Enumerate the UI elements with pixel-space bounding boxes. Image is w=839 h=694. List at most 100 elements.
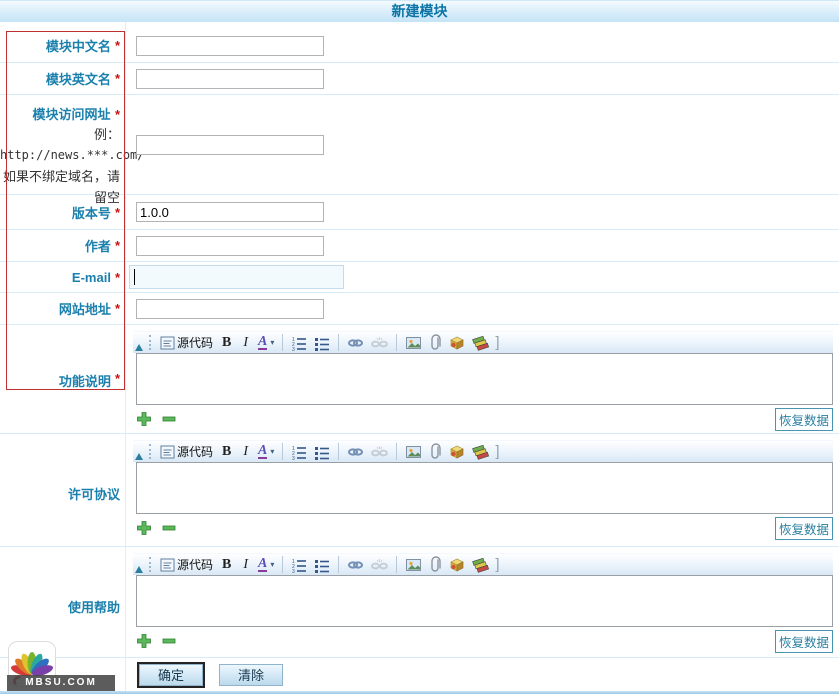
editor-collapse-icon[interactable]: [135, 566, 143, 573]
editor-collapse-icon[interactable]: [135, 453, 143, 460]
row-author: 作者 *: [0, 230, 839, 262]
restore-data-button[interactable]: 恢复数据: [775, 517, 833, 540]
image-button[interactable]: [403, 556, 424, 574]
numbered-list-button[interactable]: 123: [289, 443, 309, 461]
editor-collapse-icon[interactable]: [135, 344, 143, 351]
chevron-down-icon: ▾: [270, 447, 274, 456]
remove-row-button[interactable]: [161, 520, 177, 536]
restore-data-button[interactable]: 恢复数据: [775, 408, 833, 431]
row-module-en-name: 模块英文名 *: [0, 63, 839, 95]
italic-button[interactable]: I: [238, 335, 253, 351]
add-row-button[interactable]: [136, 633, 152, 649]
attachment-icon: [429, 443, 441, 460]
link-button[interactable]: [345, 556, 366, 574]
version-input[interactable]: [136, 202, 324, 222]
row-help: 使用帮助 源代码 B I A ▾ 123: [0, 547, 839, 658]
link-button[interactable]: [345, 334, 366, 352]
bullet-list-button[interactable]: [312, 443, 332, 461]
field-label: 使用帮助: [68, 597, 120, 616]
add-row-button[interactable]: [136, 520, 152, 536]
remove-row-button[interactable]: [161, 411, 177, 427]
image-button[interactable]: [403, 443, 424, 461]
media-button[interactable]: [470, 556, 491, 574]
add-row-button[interactable]: [136, 411, 152, 427]
package-button[interactable]: [446, 334, 467, 352]
required-marker: *: [115, 270, 120, 285]
font-color-button[interactable]: A ▾: [256, 334, 276, 351]
clear-button[interactable]: 清除: [219, 664, 283, 686]
media-icon: [472, 557, 489, 573]
package-button[interactable]: [446, 443, 467, 461]
required-marker: *: [115, 301, 120, 316]
attachment-button[interactable]: [427, 555, 443, 574]
website-input[interactable]: [136, 299, 324, 319]
module-cn-name-input[interactable]: [136, 36, 324, 56]
link-icon: [347, 335, 364, 351]
image-button[interactable]: [403, 334, 424, 352]
attachment-button[interactable]: [427, 442, 443, 461]
remove-row-button[interactable]: [161, 633, 177, 649]
link-icon: [347, 444, 364, 460]
italic-button[interactable]: I: [238, 444, 253, 460]
page-title: 新建模块: [0, 0, 839, 22]
field-label: 版本号: [72, 203, 111, 222]
field-label: 功能说明: [59, 371, 111, 390]
svg-text:3: 3: [292, 347, 295, 351]
package-button[interactable]: [446, 556, 467, 574]
license-editor[interactable]: [136, 462, 833, 514]
unlink-icon: [371, 335, 388, 351]
row-function-desc: 功能说明 * 源代码 B I A ▾ 123: [0, 325, 839, 434]
toolbar-drag-handle-icon[interactable]: [149, 444, 151, 459]
link-button[interactable]: [345, 443, 366, 461]
numbered-list-button[interactable]: 123: [289, 334, 309, 352]
mbsu-logo: MBSU.COM: [6, 641, 116, 693]
unlink-icon: [371, 444, 388, 460]
toolbar-end-bracket: ]: [495, 443, 499, 460]
row-actions: 确定 清除: [0, 658, 839, 691]
svg-text:3: 3: [292, 456, 295, 460]
help-editor[interactable]: [136, 575, 833, 627]
new-module-page: 新建模块 模块中文名 * 模块英文名 * 模块访问网址 * 例： http://…: [0, 0, 839, 694]
bullet-list-button[interactable]: [312, 334, 332, 352]
bold-button[interactable]: B: [218, 444, 235, 460]
source-code-button[interactable]: 源代码: [158, 555, 215, 574]
unlink-button[interactable]: [369, 334, 390, 352]
module-url-input[interactable]: [136, 135, 324, 155]
media-button[interactable]: [470, 443, 491, 461]
restore-data-button[interactable]: 恢复数据: [775, 630, 833, 653]
numbered-list-button[interactable]: 123: [289, 556, 309, 574]
author-input[interactable]: [136, 236, 324, 256]
attachment-button[interactable]: [427, 333, 443, 352]
font-color-button[interactable]: A ▾: [256, 556, 276, 573]
ok-button[interactable]: 确定: [139, 664, 203, 686]
module-en-name-input[interactable]: [136, 69, 324, 89]
required-marker: *: [115, 107, 120, 122]
font-color-button[interactable]: A ▾: [256, 443, 276, 460]
unlink-button[interactable]: [369, 443, 390, 461]
plus-icon: [136, 520, 152, 536]
function-desc-editor[interactable]: [136, 353, 833, 405]
chevron-down-icon: ▾: [270, 560, 274, 569]
toolbar-drag-handle-icon[interactable]: [149, 335, 151, 350]
toolbar-end-bracket: ]: [495, 334, 499, 351]
bold-button[interactable]: B: [218, 557, 235, 573]
source-code-icon: [160, 336, 175, 350]
minus-icon: [161, 411, 177, 427]
required-marker: *: [115, 205, 120, 220]
source-code-button[interactable]: 源代码: [158, 442, 215, 461]
required-marker: *: [115, 238, 120, 253]
media-button[interactable]: [470, 334, 491, 352]
package-icon: [448, 335, 465, 351]
field-label: E-mail: [72, 270, 111, 285]
bullet-list-icon: [314, 335, 330, 351]
unlink-button[interactable]: [369, 556, 390, 574]
link-icon: [347, 557, 364, 573]
bullet-list-button[interactable]: [312, 556, 332, 574]
email-input[interactable]: [129, 265, 344, 289]
row-module-url: 模块访问网址 * 例： http://news.***.com/ 如果不绑定域名…: [0, 95, 839, 195]
italic-button[interactable]: I: [238, 557, 253, 573]
plus-icon: [136, 411, 152, 427]
toolbar-drag-handle-icon[interactable]: [149, 557, 151, 572]
source-code-button[interactable]: 源代码: [158, 333, 215, 352]
bold-button[interactable]: B: [218, 335, 235, 351]
